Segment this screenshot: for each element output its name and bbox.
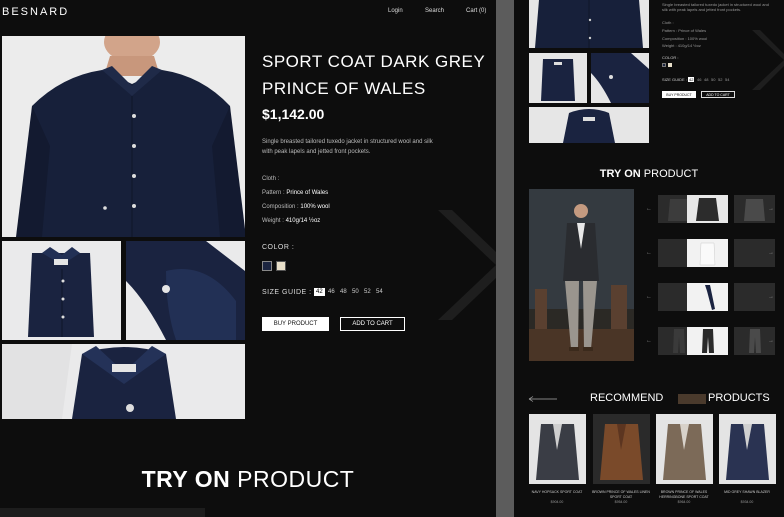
recommend-price-3: $964.00 xyxy=(677,500,691,504)
recommend-prev-arrow-icon[interactable] xyxy=(528,396,558,402)
mini-size-54[interactable]: 54 xyxy=(725,77,729,82)
jacket-option-2[interactable] xyxy=(687,195,728,223)
mini-color-label: COLOR : xyxy=(662,55,679,60)
mini-description: Single breasted tailored tuxedo jacket i… xyxy=(662,2,769,12)
color-label: COLOR : xyxy=(262,244,295,251)
mini-size-42[interactable]: 42 xyxy=(688,77,695,82)
mini-size-label: SIZE GUIDE : xyxy=(662,77,687,82)
recommend-card-1[interactable] xyxy=(529,414,586,484)
folded-shirt-image[interactable] xyxy=(2,241,121,340)
product-page-secondary: Single breasted tailored tuxedo jacket i… xyxy=(514,0,784,517)
mini-main-image[interactable] xyxy=(529,0,649,48)
recommend-card-2[interactable] xyxy=(593,414,650,484)
trousers-prev-chevron-icon[interactable]: ← xyxy=(646,338,652,344)
recommend-name-2[interactable]: BROWN PRINCE OF WALES LINEN SPORT COAT xyxy=(589,490,653,500)
size-option-54[interactable]: 54 xyxy=(376,289,383,295)
size-option-52[interactable]: 52 xyxy=(364,289,371,295)
collar-detail-image[interactable] xyxy=(2,344,245,419)
add-to-cart-button[interactable]: ADD TO CART xyxy=(340,317,405,331)
mini-spec-composition: Composition : 100% wool xyxy=(662,36,708,41)
recommend-price-4: $934.00 xyxy=(740,500,754,504)
spec-composition: Composition : 100% wool xyxy=(262,204,330,210)
tie-option-2[interactable] xyxy=(687,283,728,311)
buy-product-button[interactable]: BUY PRODUCT xyxy=(262,317,329,331)
tryon-model-image[interactable] xyxy=(529,189,634,361)
product-price: $1,142.00 xyxy=(262,106,325,122)
product-title: SPORT COAT DARK GREY PRINCE OF WALES xyxy=(262,52,485,98)
mini-buy-button[interactable]: BUY PRODUCT xyxy=(662,91,696,98)
size-option-42[interactable]: 42 xyxy=(314,288,325,296)
mini-size-48[interactable]: 48 xyxy=(704,77,708,82)
size-option-46[interactable]: 46 xyxy=(328,289,335,295)
jacket-next-chevron-icon[interactable]: → xyxy=(768,206,774,212)
color-swatch-cream[interactable] xyxy=(276,261,286,271)
mini-spec-pattern: Pattern : Prince of Wales xyxy=(662,28,707,33)
recommend-card-4[interactable] xyxy=(719,414,776,484)
size-option-48[interactable]: 48 xyxy=(340,289,347,295)
recommend-heading-bold: RECOMMEND xyxy=(590,392,664,404)
jacket-prev-chevron-icon[interactable]: ← xyxy=(646,206,652,212)
mini-spec-cloth: Cloth : xyxy=(662,20,674,25)
brand-logo[interactable]: BESNARD xyxy=(2,6,69,18)
decorative-arrow-icon xyxy=(438,210,496,320)
tryon-preview-strip xyxy=(0,508,205,517)
spec-pattern: Pattern : Prince of Wales xyxy=(262,190,329,196)
size-option-50[interactable]: 50 xyxy=(352,289,359,295)
tie-next-chevron-icon[interactable]: → xyxy=(768,294,774,300)
size-guide-label[interactable]: SIZE GUIDE : xyxy=(262,289,312,296)
recommend-card-3[interactable] xyxy=(656,414,713,484)
mini-collar-image[interactable] xyxy=(529,107,649,143)
recommend-name-4[interactable]: MID GREY SHAWN BLAZER xyxy=(715,490,779,495)
trousers-next-chevron-icon[interactable]: → xyxy=(768,338,774,344)
spec-weight: Weight : 410g/14 ½oz xyxy=(262,218,321,224)
trousers-option-2[interactable] xyxy=(687,327,728,355)
shirt-next-chevron-icon[interactable]: → xyxy=(768,250,774,256)
recommend-heading-light: PRODUCTS xyxy=(708,392,770,404)
main-product-image[interactable] xyxy=(2,36,245,237)
color-swatch-navy[interactable] xyxy=(262,261,272,271)
mini-size-50[interactable]: 50 xyxy=(711,77,715,82)
mini-swatch-navy[interactable] xyxy=(662,63,666,67)
cuff-detail-image[interactable] xyxy=(126,241,245,340)
recommend-price-2: $954.00 xyxy=(614,500,628,504)
mini-cart-button[interactable]: ADD TO CART xyxy=(701,91,735,98)
nav-search[interactable]: Search xyxy=(425,8,444,14)
tie-prev-chevron-icon[interactable]: ← xyxy=(646,294,652,300)
spec-cloth: Cloth : xyxy=(262,176,280,182)
recommend-price-1: $904.00 xyxy=(550,500,564,504)
mini-size-52[interactable]: 52 xyxy=(718,77,722,82)
nav-login[interactable]: Login xyxy=(388,8,403,14)
nav-cart[interactable]: Cart (0) xyxy=(466,8,486,14)
recommend-name-3[interactable]: BROWN PRINCE OF WALES HERRINGBONE SPORT … xyxy=(652,490,716,500)
recommend-name-1[interactable]: NAVY HOPSACK SPORT COAT xyxy=(525,490,589,495)
shirt-prev-chevron-icon[interactable]: ← xyxy=(646,250,652,256)
mini-cuff-image[interactable] xyxy=(591,53,649,103)
shirt-option-2[interactable] xyxy=(687,239,728,267)
mini-folded-image[interactable] xyxy=(529,53,587,103)
mini-swatch-cream[interactable] xyxy=(668,63,672,67)
product-page-main: BESNARD Login Search Cart (0) SPORT COAT… xyxy=(0,0,496,517)
mini-size-46[interactable]: 46 xyxy=(697,77,701,82)
panel-divider xyxy=(496,0,514,517)
mini-tryon-heading: TRY ON PRODUCT xyxy=(599,168,699,180)
product-description: Single breasted tailored tuxedo jacket i… xyxy=(262,139,433,155)
try-on-heading: TRY ON PRODUCT xyxy=(141,466,355,492)
recommend-heading-image xyxy=(678,394,706,404)
mini-decorative-arrow-icon xyxy=(752,30,784,90)
mini-spec-weight: Weight : 410g/14 ½oz xyxy=(662,43,701,48)
